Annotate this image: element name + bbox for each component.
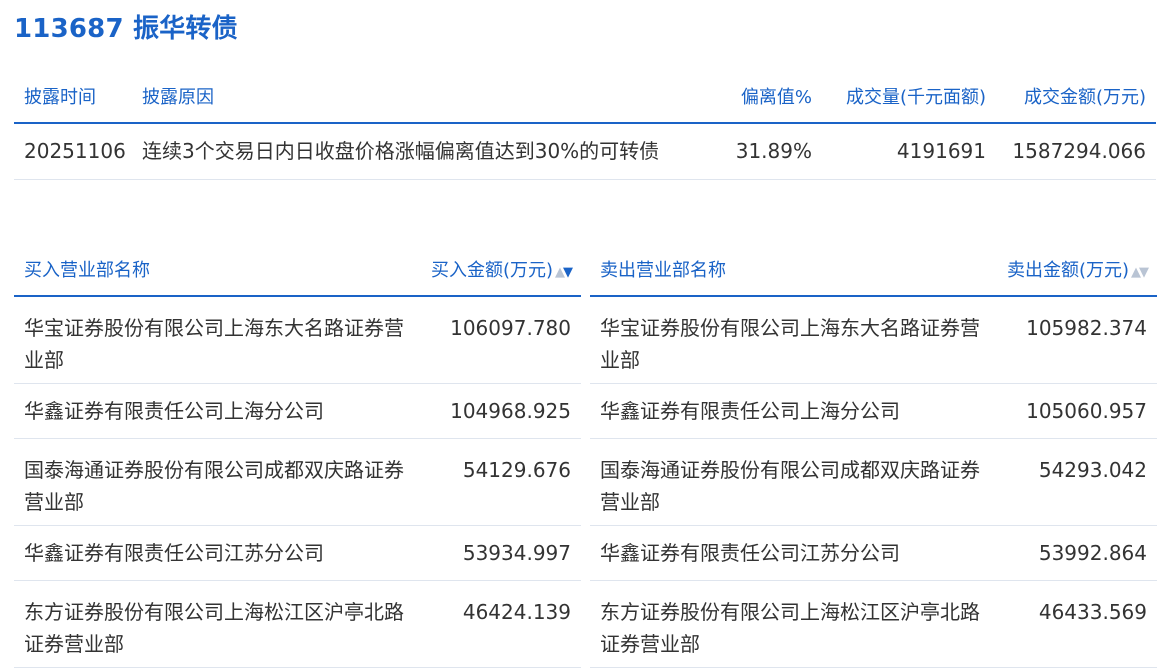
- sell-amount-header[interactable]: 卖出金额(万元) ▲▼: [990, 243, 1157, 296]
- header-volume: 成交量(千元面额): [845, 87, 986, 108]
- buy-amount: 53934.997: [462, 540, 571, 565]
- amount-value: 1587294.066: [1012, 139, 1146, 164]
- sort-asc-icon[interactable]: ▲: [555, 265, 565, 280]
- sell-broker-name: 国泰海通证券股份有限公司成都双庆路证券营业部: [600, 457, 980, 514]
- header-disclosure-date: 披露时间: [24, 87, 96, 108]
- sell-amount: 105982.374: [1026, 316, 1147, 340]
- buy-amount-header[interactable]: 买入金额(万元) ▲▼: [414, 243, 581, 296]
- sell-broker-name: 华宝证券股份有限公司上海东大名路证券营业部: [600, 316, 980, 372]
- sell-amount-header-label: 卖出金额(万元): [1006, 260, 1129, 281]
- buy-amount: 104968.925: [450, 398, 571, 423]
- sort-desc-icon[interactable]: ▼: [1139, 265, 1149, 280]
- buy-amount: 54129.676: [462, 457, 571, 482]
- sell-name-header: 卖出营业部名称: [600, 260, 726, 281]
- deviation-value: 31.89%: [735, 139, 812, 164]
- buy-broker-name: 国泰海通证券股份有限公司成都双庆路证券营业部: [24, 457, 404, 514]
- disclosure-row: 20251106 连续3个交易日内日收盘价格涨幅偏离值达到30%的可转债 31.…: [14, 123, 1156, 179]
- header-deviation: 偏离值%: [740, 87, 812, 108]
- buy-broker-name: 东方证券股份有限公司上海松江区沪亭北路证券营业部: [24, 599, 404, 656]
- table-row: 华宝证券股份有限公司上海东大名路证券营业部 106097.780: [14, 296, 581, 383]
- table-row: 华鑫证券有限责任公司上海分公司 104968.925: [14, 383, 581, 438]
- header-disclosure-reason: 披露原因: [142, 87, 214, 108]
- table-row: 华鑫证券有限责任公司上海分公司 105060.957: [590, 383, 1157, 438]
- table-row: 华鑫证券有限责任公司江苏分公司 53934.997: [14, 525, 581, 580]
- buy-broker-name: 华宝证券股份有限公司上海东大名路证券营业部: [24, 316, 404, 372]
- sell-broker-name: 东方证券股份有限公司上海松江区沪亭北路证券营业部: [600, 599, 980, 656]
- table-row: 华鑫证券有限责任公司江苏分公司 53992.864: [590, 525, 1157, 580]
- header-amount: 成交金额(万元): [1023, 87, 1146, 108]
- buy-name-header: 买入营业部名称: [24, 260, 150, 281]
- sort-desc-icon[interactable]: ▼: [563, 265, 573, 280]
- buy-table: 买入营业部名称 买入金额(万元) ▲▼ 华宝证券股份有限公司上海东大名路证券营业部…: [14, 243, 581, 668]
- table-row: 东方证券股份有限公司上海松江区沪亭北路证券营业部 46433.569: [590, 580, 1157, 667]
- sell-header-row: 卖出营业部名称 卖出金额(万元) ▲▼: [590, 243, 1157, 296]
- disclosure-reason: 连续3个交易日内日收盘价格涨幅偏离值达到30%的可转债: [142, 139, 660, 164]
- volume-value: 4191691: [896, 139, 986, 164]
- buy-broker-name: 华鑫证券有限责任公司上海分公司: [24, 398, 324, 423]
- buy-amount: 106097.780: [450, 316, 571, 340]
- sell-table: 卖出营业部名称 卖出金额(万元) ▲▼ 华宝证券股份有限公司上海东大名路证券营业部…: [590, 243, 1157, 668]
- table-row: 国泰海通证券股份有限公司成都双庆路证券营业部 54293.042: [590, 438, 1157, 525]
- sort-icon[interactable]: ▲▼: [1131, 265, 1149, 280]
- table-row: 国泰海通证券股份有限公司成都双庆路证券营业部 54129.676: [14, 438, 581, 525]
- table-row: 华宝证券股份有限公司上海东大名路证券营业部 105982.374: [590, 296, 1157, 383]
- buy-amount-header-label: 买入金额(万元): [430, 260, 553, 281]
- disclosure-table: 披露时间 披露原因 偏离值% 成交量(千元面额) 成交金额(万元) 202511…: [14, 70, 1156, 180]
- sell-amount: 54293.042: [1038, 457, 1147, 482]
- buy-amount: 46424.139: [462, 599, 571, 624]
- sort-icon[interactable]: ▲▼: [555, 265, 573, 280]
- disclosure-header-row: 披露时间 披露原因 偏离值% 成交量(千元面额) 成交金额(万元): [14, 70, 1156, 123]
- sell-amount: 46433.569: [1038, 599, 1147, 624]
- buy-header-row: 买入营业部名称 买入金额(万元) ▲▼: [14, 243, 581, 296]
- sell-amount: 105060.957: [1026, 398, 1147, 423]
- sell-amount: 53992.864: [1038, 540, 1147, 565]
- buy-broker-name: 华鑫证券有限责任公司江苏分公司: [24, 540, 324, 565]
- sell-broker-name: 华鑫证券有限责任公司上海分公司: [600, 398, 900, 423]
- table-row: 东方证券股份有限公司上海松江区沪亭北路证券营业部 46424.139: [14, 580, 581, 667]
- sell-broker-name: 华鑫证券有限责任公司江苏分公司: [600, 540, 900, 565]
- sort-asc-icon[interactable]: ▲: [1131, 265, 1141, 280]
- page-title: 113687 振华转债: [14, 14, 238, 44]
- disclosure-date: 20251106: [24, 139, 126, 164]
